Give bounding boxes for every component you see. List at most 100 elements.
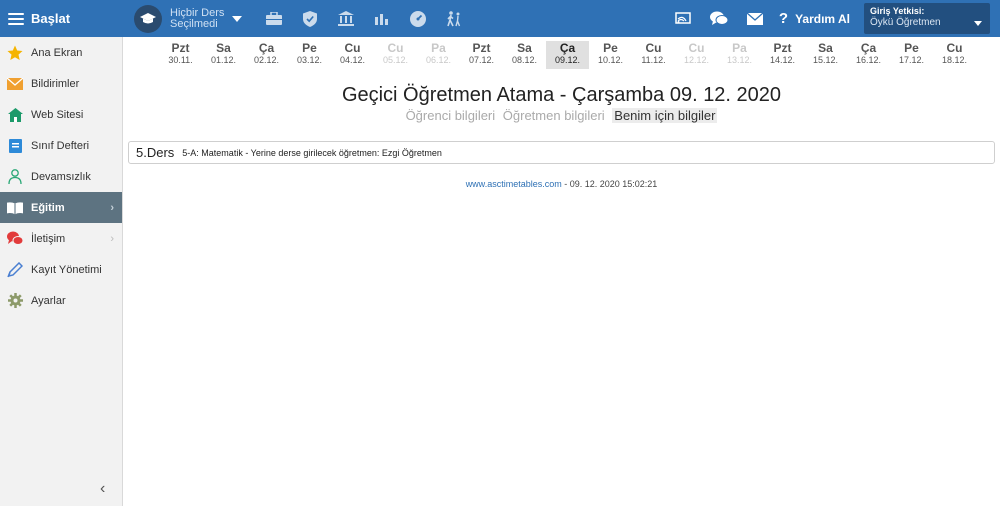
- day-name: Pzt: [773, 41, 792, 55]
- day-date: 09.12.: [554, 55, 581, 65]
- day-name: Pe: [904, 41, 919, 55]
- sidebar-item-bildirimler[interactable]: Bildirimler: [0, 68, 122, 99]
- day-name: Cu: [645, 41, 662, 55]
- day-5[interactable]: Cu 05.12.: [374, 41, 417, 69]
- day-name: Pa: [732, 41, 747, 55]
- day-name: Sa: [517, 41, 532, 55]
- day-date: 17.12.: [898, 55, 925, 65]
- day-name: Cu: [344, 41, 361, 55]
- day-name: Pa: [431, 41, 446, 55]
- shield-icon[interactable]: [292, 0, 328, 37]
- day-name: Pe: [302, 41, 317, 55]
- pencil-icon: [7, 261, 23, 278]
- cast-icon[interactable]: [665, 0, 701, 37]
- day-17[interactable]: Pe 17.12.: [890, 41, 933, 69]
- day-name: Sa: [216, 41, 231, 55]
- walking-icon[interactable]: [436, 0, 472, 37]
- tab-benim-icin-bilgiler[interactable]: Benim için bilgiler: [612, 108, 718, 123]
- day-2[interactable]: Ça 02.12.: [245, 41, 288, 69]
- chevron-down-icon: [232, 15, 243, 22]
- day-name: Pzt: [171, 41, 190, 55]
- home-icon: [7, 107, 23, 123]
- book-icon: [7, 200, 23, 216]
- day-3[interactable]: Pe 03.12.: [288, 41, 331, 69]
- day-14[interactable]: Pzt 14.12.: [761, 41, 804, 69]
- day-date: 08.12.: [511, 55, 538, 65]
- day-name: Ça: [258, 41, 275, 55]
- day-12[interactable]: Cu 12.12.: [675, 41, 718, 69]
- day-name: Cu: [688, 41, 705, 55]
- day-15[interactable]: Sa 15.12.: [804, 41, 847, 69]
- day-6[interactable]: Pa 06.12.: [417, 41, 460, 69]
- user-role-selector[interactable]: Giriş Yetkisi: Öykü Öğretmen: [864, 3, 990, 34]
- page-title: Geçici Öğretmen Atama - Çarşamba 09. 12.…: [341, 84, 782, 106]
- sidebar-item-kayit-yonetimi[interactable]: Kayıt Yönetimi: [0, 254, 122, 285]
- sidebar-item-egitim[interactable]: Eğitim ›: [0, 192, 122, 223]
- sidebar-item-devamsizlik[interactable]: Devamsızlık: [0, 161, 122, 192]
- day-name: Cu: [387, 41, 404, 55]
- lesson-text: 5-A: Matematik - Yerine derse girilecek …: [182, 147, 442, 158]
- course-line2: Seçilmedi: [170, 17, 218, 30]
- chevron-down-icon: [974, 21, 982, 26]
- day-name: Ça: [860, 41, 877, 55]
- graduation-cap-icon: [134, 4, 162, 33]
- day-selector: Pzt 30.11. Sa 01.12. Ça 02.12. Pe 03.12. Cu 04.12…: [159, 41, 976, 69]
- day-date: 02.12.: [253, 55, 280, 65]
- briefcase-icon[interactable]: [256, 0, 292, 37]
- day-10[interactable]: Pe 10.12.: [589, 41, 632, 69]
- day-7[interactable]: Pzt 07.12.: [460, 41, 503, 69]
- day-name: Pzt: [472, 41, 491, 55]
- help-label: Yardım Al: [795, 11, 850, 26]
- sidebar-item-sinif-defteri[interactable]: Sınıf Defteri: [0, 130, 122, 161]
- day-18[interactable]: Cu 18.12.: [933, 41, 976, 69]
- collapse-sidebar-button[interactable]: ‹: [100, 480, 105, 498]
- star-icon: [7, 45, 23, 61]
- day-date: 06.12.: [425, 55, 452, 65]
- day-8[interactable]: Sa 08.12.: [503, 41, 546, 69]
- building-icon[interactable]: [328, 0, 364, 37]
- day-13[interactable]: Pa 13.12.: [718, 41, 761, 69]
- day-0[interactable]: Pzt 30.11.: [159, 41, 202, 69]
- help-button[interactable]: ? Yardım Al: [779, 10, 850, 27]
- footer: www.asctimetables.com - 09. 12. 2020 15:…: [123, 179, 1000, 189]
- tab-ogretmen-bilgileri[interactable]: Öğretmen bilgileri: [503, 108, 605, 123]
- question-icon: ?: [778, 10, 789, 27]
- day-name: Cu: [946, 41, 963, 55]
- course-line1: Hiçbir Ders: [170, 6, 225, 19]
- day-date: 14.12.: [769, 55, 796, 65]
- sidebar-item-ana-ekran[interactable]: Ana Ekran: [0, 37, 122, 68]
- main-content: Pzt 30.11. Sa 01.12. Ça 02.12. Pe 03.12. Cu 04.12…: [123, 37, 1000, 506]
- day-date: 01.12.: [210, 55, 237, 65]
- chat-bubbles-icon: [7, 231, 23, 247]
- user-name: Öykü Öğretmen: [870, 17, 941, 28]
- day-9[interactable]: Ça 09.12.: [546, 41, 589, 69]
- person-icon: [7, 169, 23, 185]
- lesson-row: 5.Ders 5-A: Matematik - Yerine derse gir…: [128, 141, 995, 164]
- bar-chart-icon[interactable]: [364, 0, 400, 37]
- sidebar: Ana Ekran Bildirimler Web Sitesi Sınıf D…: [0, 37, 123, 506]
- tab-ogrenci-bilgileri[interactable]: Öğrenci bilgileri: [406, 108, 496, 123]
- sidebar-item-web-sitesi[interactable]: Web Sitesi: [0, 99, 122, 130]
- dashboard-icon[interactable]: [400, 0, 436, 37]
- course-selector[interactable]: Hiçbir Ders Seçilmedi: [134, 4, 243, 33]
- day-1[interactable]: Sa 01.12.: [202, 41, 245, 69]
- footer-timestamp: - 09. 12. 2020 15:02:21: [561, 179, 658, 189]
- day-date: 15.12.: [812, 55, 839, 65]
- lesson-number: 5.Ders: [136, 145, 175, 160]
- day-16[interactable]: Ça 16.12.: [847, 41, 890, 69]
- sidebar-item-ayarlar[interactable]: Ayarlar: [0, 285, 122, 316]
- day-date: 04.12.: [339, 55, 366, 65]
- sidebar-item-iletisim[interactable]: İletişim ›: [0, 223, 122, 254]
- day-date: 18.12.: [941, 55, 968, 65]
- chat-icon[interactable]: [701, 0, 737, 37]
- day-date: 16.12.: [855, 55, 882, 65]
- user-role-title: Giriş Yetkisi:: [870, 6, 925, 16]
- footer-link[interactable]: www.asctimetables.com: [466, 179, 562, 189]
- mail-icon[interactable]: [737, 0, 773, 37]
- day-4[interactable]: Cu 04.12.: [331, 41, 374, 69]
- start-menu-button[interactable]: Başlat: [0, 0, 123, 37]
- day-date: 07.12.: [468, 55, 495, 65]
- day-11[interactable]: Cu 11.12.: [632, 41, 675, 69]
- chevron-right-icon: ›: [110, 201, 114, 214]
- day-name: Pe: [603, 41, 618, 55]
